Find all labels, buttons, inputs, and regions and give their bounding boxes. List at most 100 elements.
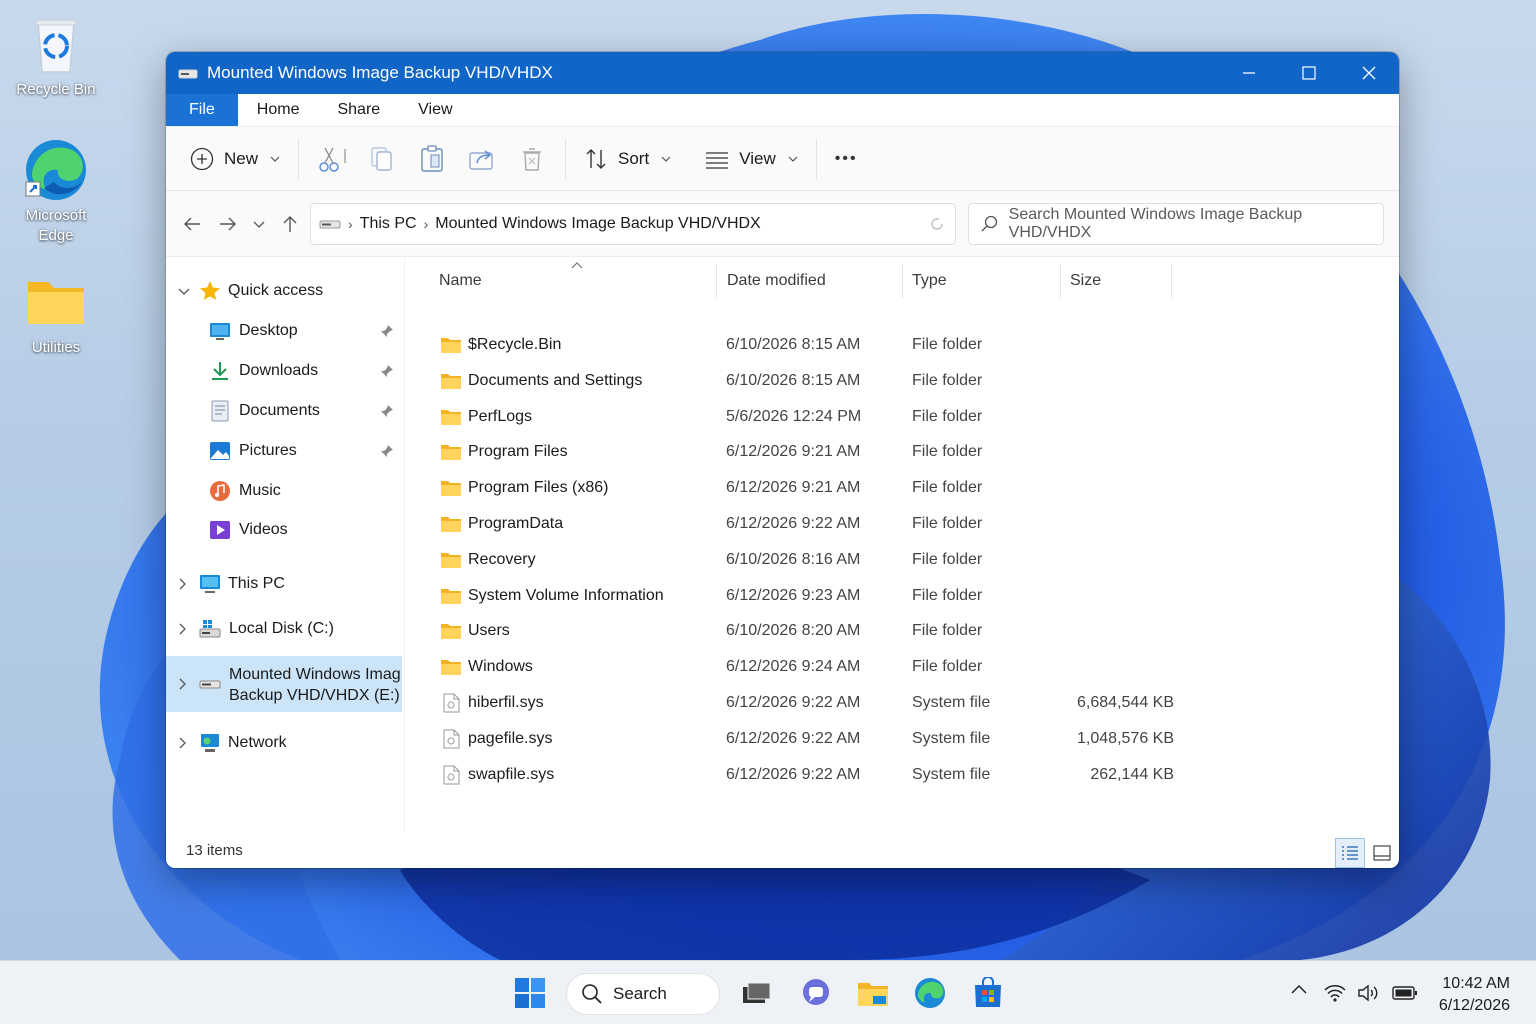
edge-taskbar-button[interactable]: [912, 975, 948, 1011]
file-row[interactable]: PerfLogs 5/6/2026 12:24 PM File folder: [434, 400, 1174, 436]
clock[interactable]: 10:42 AM 6/12/2026: [1439, 973, 1510, 1017]
refresh-icon[interactable]: [929, 216, 945, 232]
pin-icon[interactable]: [380, 404, 394, 418]
paste-button[interactable]: [407, 139, 457, 179]
pin-icon[interactable]: [380, 444, 394, 458]
cut-button[interactable]: [307, 139, 357, 179]
file-row[interactable]: pagefile.sys 6/12/2026 9:22 AM System file…: [434, 722, 1174, 758]
sidebar-item-documents[interactable]: Documents: [166, 396, 402, 426]
drive-icon: [178, 69, 198, 79]
copy-button[interactable]: [357, 139, 407, 179]
sidebar-item-pictures[interactable]: Pictures: [166, 436, 402, 466]
file-row[interactable]: hiberfil.sys 6/12/2026 9:22 AM System file…: [434, 686, 1174, 722]
column-divider[interactable]: [1171, 264, 1172, 298]
taskbar: Search 10:42 AM 6/12/2026: [0, 960, 1536, 1024]
documents-icon: [211, 400, 229, 422]
file-row[interactable]: Users 6/10/2026 8:20 AM File folder: [434, 614, 1174, 650]
sort-button[interactable]: Sort: [574, 139, 681, 179]
column-header-name[interactable]: Name: [439, 272, 482, 290]
menu-file[interactable]: File: [166, 94, 238, 126]
column-divider[interactable]: [1060, 264, 1061, 298]
close-icon: [1362, 66, 1376, 80]
folder-icon: [441, 409, 461, 425]
delete-button[interactable]: [507, 139, 557, 179]
file-row[interactable]: Program Files 6/12/2026 9:21 AM File folde…: [434, 435, 1174, 471]
chevron-up-icon[interactable]: [1290, 982, 1308, 996]
minimize-button[interactable]: [1219, 52, 1279, 94]
menu-home[interactable]: Home: [238, 94, 319, 126]
file-row[interactable]: Documents and Settings 6/10/2026 8:15 AM F…: [434, 364, 1174, 400]
view-button[interactable]: View: [695, 139, 808, 179]
file-date: 6/10/2026 8:20 AM: [726, 622, 861, 640]
column-header-size[interactable]: Size: [1070, 272, 1101, 290]
breadcrumb-current[interactable]: Mounted Windows Image Backup VHD/VHDX: [435, 215, 760, 233]
column-divider[interactable]: [902, 264, 903, 298]
file-row[interactable]: System Volume Information 6/12/2026 9:23 …: [434, 579, 1174, 615]
file-row[interactable]: ProgramData 6/12/2026 9:22 AM File folder: [434, 507, 1174, 543]
sidebar-item-this-pc[interactable]: This PC: [166, 569, 402, 599]
chevron-down-icon: [661, 156, 671, 162]
nav-label: Desktop: [239, 322, 298, 339]
column-header-type[interactable]: Type: [912, 272, 947, 290]
volume-icon[interactable]: [1357, 983, 1383, 1003]
chevron-right-icon: [179, 737, 186, 749]
file-type: System file: [912, 694, 991, 711]
task-view-button[interactable]: [738, 975, 774, 1011]
file-row[interactable]: swapfile.sys 6/12/2026 9:22 AM System file…: [434, 758, 1174, 794]
menu-view[interactable]: View: [399, 94, 471, 126]
chat-icon: [803, 979, 829, 1005]
more-options-button[interactable]: •••: [825, 139, 868, 179]
new-button[interactable]: New: [180, 139, 290, 179]
wifi-icon[interactable]: [1323, 983, 1347, 1003]
file-row[interactable]: Windows 6/12/2026 9:24 AM File folder: [434, 650, 1174, 686]
desktop-icon-recycle-bin[interactable]: Recycle Bin: [8, 12, 104, 100]
desktop-icon-label: Recycle Bin: [16, 81, 96, 98]
file-explorer-icon: [858, 983, 888, 1006]
nav-label: This PC: [228, 575, 285, 592]
recent-locations-button[interactable]: [246, 206, 272, 242]
pin-icon[interactable]: [380, 364, 394, 378]
taskbar-search[interactable]: Search: [566, 973, 720, 1015]
nav-quick-access[interactable]: Quick access: [166, 276, 402, 306]
start-button[interactable]: [512, 975, 548, 1011]
file-row[interactable]: $Recycle.Bin 6/10/2026 8:15 AM File folder: [434, 328, 1174, 364]
chevron-right-icon: [179, 678, 186, 690]
search-input[interactable]: Search Mounted Windows Image Backup VHD/…: [968, 203, 1384, 245]
large-icons-view-button[interactable]: [1367, 838, 1397, 868]
pin-icon[interactable]: [380, 324, 394, 338]
breadcrumb-this-pc[interactable]: This PC: [360, 215, 417, 233]
sidebar-item-desktop[interactable]: Desktop: [166, 316, 402, 346]
up-button[interactable]: [272, 206, 308, 242]
chat-button[interactable]: [798, 975, 834, 1011]
battery-icon[interactable]: [1392, 985, 1418, 1001]
column-header-date[interactable]: Date modified: [727, 272, 826, 290]
file-name: Program Files: [468, 443, 568, 461]
file-type: File folder: [912, 371, 983, 389]
forward-button[interactable]: [210, 206, 246, 242]
file-row[interactable]: Recovery 6/10/2026 8:16 AM File folder: [434, 543, 1174, 579]
desktop-icon-utilities[interactable]: Utilities: [8, 270, 104, 358]
sidebar-item-local-disk[interactable]: Local Disk (C:): [166, 614, 402, 644]
store-button[interactable]: [970, 975, 1006, 1011]
sidebar-item-network[interactable]: Network: [166, 728, 402, 758]
pane-divider[interactable]: [404, 258, 405, 832]
menu-share[interactable]: Share: [318, 94, 399, 126]
back-button[interactable]: [174, 206, 210, 242]
file-explorer-taskbar-button[interactable]: [855, 975, 891, 1011]
sidebar-item-mounted-drive[interactable]: Mounted Windows Imag Backup VHD/VHDX (E:…: [166, 656, 402, 712]
file-row[interactable]: Program Files (x86) 6/12/2026 9:21 AM File…: [434, 471, 1174, 507]
desktop-icon-edge[interactable]: Microsoft Edge: [8, 138, 104, 246]
folder-icon: [441, 373, 461, 389]
file-date: 6/12/2026 9:22 AM: [726, 694, 861, 711]
sidebar-item-videos[interactable]: Videos: [166, 515, 402, 545]
address-bar[interactable]: › This PC › Mounted Windows Image Backup…: [310, 203, 956, 245]
maximize-button[interactable]: [1279, 52, 1339, 94]
column-divider[interactable]: [716, 264, 717, 298]
sidebar-item-music[interactable]: Music: [166, 476, 402, 506]
close-button[interactable]: [1339, 52, 1399, 94]
share-button[interactable]: [457, 139, 507, 179]
details-view-button[interactable]: [1335, 838, 1365, 868]
title-bar[interactable]: Mounted Windows Image Backup VHD/VHDX: [166, 52, 1399, 94]
sidebar-item-downloads[interactable]: Downloads: [166, 356, 402, 386]
toolbar-separator: [565, 138, 567, 179]
